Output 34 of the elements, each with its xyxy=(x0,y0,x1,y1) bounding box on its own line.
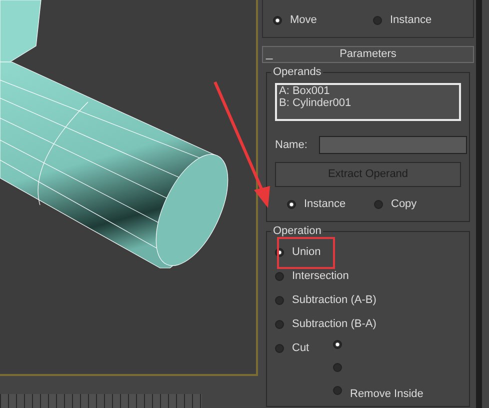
radio-label: Instance xyxy=(304,197,346,212)
radio-button[interactable] xyxy=(374,200,383,209)
radio-label: Instance xyxy=(390,12,432,28)
radio-button[interactable] xyxy=(275,296,284,305)
rollout-title: Parameters xyxy=(340,47,396,62)
radio-button[interactable] xyxy=(287,200,296,209)
radio-button[interactable] xyxy=(275,320,284,329)
group-title: Operands xyxy=(271,65,324,79)
operand-item[interactable]: B: Cylinder001 xyxy=(279,97,457,109)
name-label: Name: xyxy=(275,138,308,153)
radio-label: Cut xyxy=(292,341,310,356)
radio-button[interactable] xyxy=(333,363,342,372)
rollout-header[interactable]: _ Parameters xyxy=(262,46,474,63)
radio-button[interactable] xyxy=(275,344,284,353)
radio-button[interactable] xyxy=(373,16,382,24)
radio-button[interactable] xyxy=(333,340,342,349)
radio-label: Subtraction (A-B) xyxy=(292,293,376,308)
radio-label: Copy xyxy=(391,197,417,212)
name-field[interactable] xyxy=(319,136,468,154)
radio-label: Union xyxy=(292,245,321,260)
radio-button[interactable] xyxy=(275,272,284,281)
radio-button[interactable] xyxy=(333,386,342,395)
collapse-toggle[interactable]: _ xyxy=(266,44,273,62)
timeline-ruler[interactable] xyxy=(0,394,202,408)
radio-label: Subtraction (B-A) xyxy=(292,317,376,332)
radio-label: Remove Inside xyxy=(350,387,424,402)
operand-list[interactable]: A: Box001 B: Cylinder001 xyxy=(275,83,461,121)
radio-button[interactable] xyxy=(273,16,282,24)
radio-label: Intersection xyxy=(292,269,349,284)
radio-label: Move xyxy=(290,12,317,28)
operand-item[interactable]: A: Box001 xyxy=(279,85,457,97)
group-title: Operation xyxy=(271,224,324,238)
box-object xyxy=(0,0,42,62)
scrollbar[interactable] xyxy=(476,0,482,408)
